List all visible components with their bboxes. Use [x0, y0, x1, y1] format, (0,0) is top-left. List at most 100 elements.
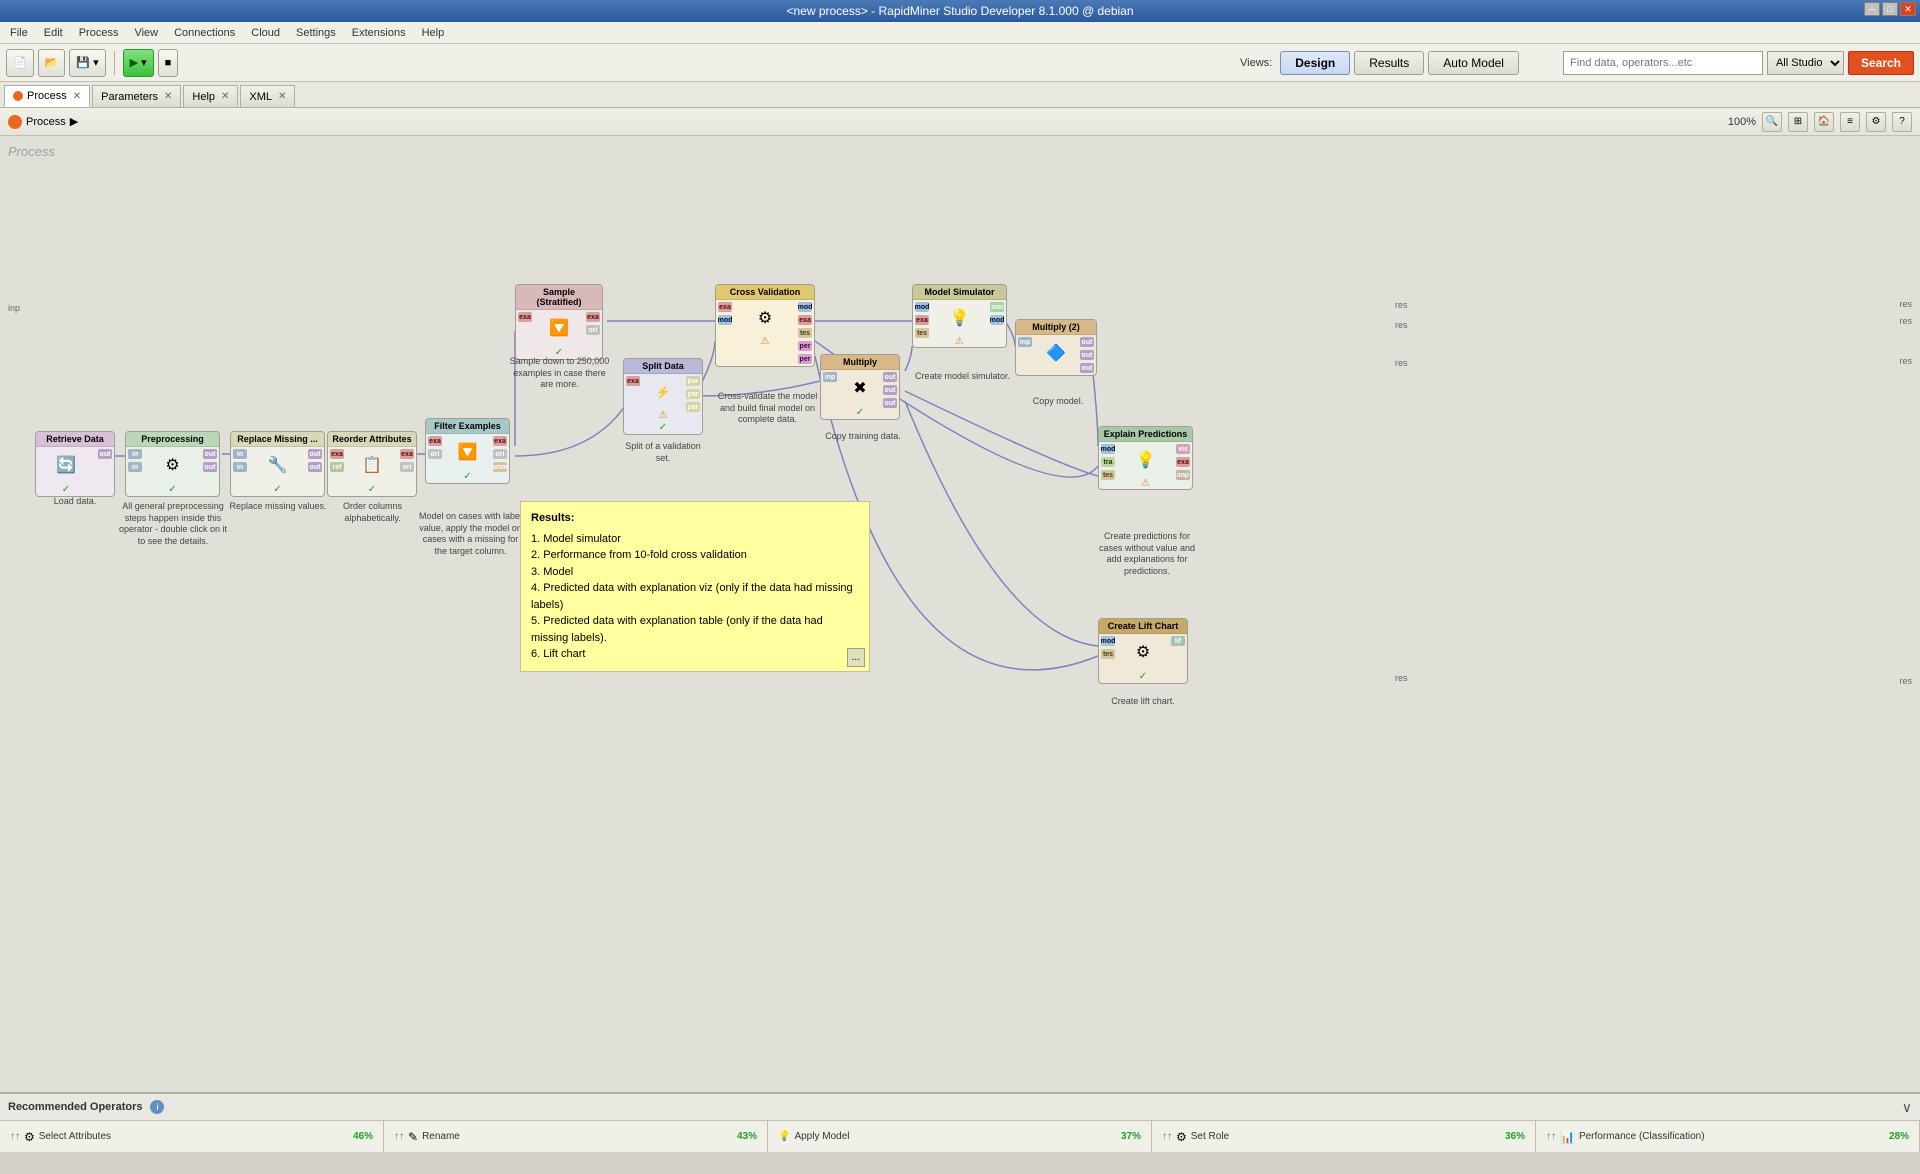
- port-in1[interactable]: in: [128, 449, 142, 459]
- tab-process-close[interactable]: ✕: [73, 91, 81, 102]
- multiply2-node[interactable]: Multiply (2) inp 🔷 out out out: [1015, 319, 1097, 376]
- new-button[interactable]: 📄: [6, 49, 34, 77]
- port-exa[interactable]: exa: [518, 312, 532, 322]
- settings-button[interactable]: ⚙: [1866, 112, 1886, 132]
- sample-stratified-node[interactable]: Sample (Stratified) exa 🔽 ✓ exa ori: [515, 284, 603, 360]
- port-inp[interactable]: inp: [823, 372, 837, 382]
- save-button[interactable]: 💾 ▾: [69, 49, 105, 77]
- port-out1[interactable]: out: [203, 449, 217, 459]
- open-button[interactable]: 📂: [38, 49, 66, 77]
- port-par2[interactable]: par: [686, 389, 700, 399]
- maximize-button[interactable]: □: [1882, 2, 1898, 16]
- preprocessing-node[interactable]: Preprocessing in in ⚙ ✓ out out: [125, 431, 220, 497]
- menu-cloud[interactable]: Cloud: [245, 25, 286, 41]
- help-button[interactable]: ?: [1892, 112, 1912, 132]
- port-per1-out[interactable]: per: [798, 341, 812, 351]
- split-data-node[interactable]: Split Data exa ⚡ ⚠ ✓ par par par: [623, 358, 703, 435]
- multiply-node[interactable]: Multiply inp ✖ ✓ out out out: [820, 354, 900, 420]
- rec-rename[interactable]: ↑↑ ✎ Rename 43%: [384, 1121, 768, 1152]
- port-ori[interactable]: ori: [428, 449, 442, 459]
- tab-process[interactable]: Process ✕: [4, 85, 90, 107]
- port-exa[interactable]: exa: [330, 449, 344, 459]
- port-mod[interactable]: mod: [718, 315, 732, 325]
- replace-missing-node[interactable]: Replace Missing ... in in 🔧 ✓ out out: [230, 431, 325, 497]
- rec-select-attributes[interactable]: ↑↑ ⚙ Select Attributes 46%: [0, 1121, 384, 1152]
- rec-set-role[interactable]: ↑↑ ⚙ Set Role 36%: [1152, 1121, 1536, 1152]
- port-inp[interactable]: inp: [1018, 337, 1032, 347]
- port-exa-out[interactable]: exa: [586, 312, 600, 322]
- automodel-view-button[interactable]: Auto Model: [1428, 51, 1519, 75]
- port-tes[interactable]: tes: [1101, 470, 1115, 480]
- port-vis[interactable]: vis: [1176, 444, 1190, 454]
- expand-button[interactable]: ∨: [1902, 1099, 1912, 1116]
- zoom-reset-button[interactable]: 🏠: [1814, 112, 1834, 132]
- port-per2-out[interactable]: per: [798, 354, 812, 364]
- port-imp[interactable]: imp: [1176, 470, 1190, 480]
- port-in1[interactable]: in: [233, 449, 247, 459]
- port-out[interactable]: out: [98, 449, 112, 459]
- stop-button[interactable]: ■: [158, 49, 179, 77]
- search-button[interactable]: Search: [1848, 51, 1914, 75]
- tab-xml[interactable]: XML ✕: [240, 85, 295, 107]
- port-mod[interactable]: mod: [1101, 636, 1115, 646]
- menu-help[interactable]: Help: [416, 25, 451, 41]
- port-out3[interactable]: out: [1080, 363, 1094, 373]
- port-out2[interactable]: out: [883, 385, 897, 395]
- port-exa[interactable]: exa: [1176, 457, 1190, 467]
- port-mod-out[interactable]: mod: [798, 302, 812, 312]
- menu-file[interactable]: File: [4, 25, 34, 41]
- scope-select[interactable]: All Studio: [1767, 51, 1844, 75]
- port-ori-out[interactable]: ori: [586, 325, 600, 335]
- design-view-button[interactable]: Design: [1280, 51, 1350, 75]
- port-exa-out[interactable]: exa: [798, 315, 812, 325]
- port-out1[interactable]: out: [1080, 337, 1094, 347]
- reorder-attributes-node[interactable]: Reorder Attributes exa ref 📋 ✓ exa ori: [327, 431, 417, 497]
- explain-predictions-node[interactable]: Explain Predictions mod tra tes 💡 ⚠ vis …: [1098, 426, 1193, 490]
- port-out3[interactable]: out: [883, 398, 897, 408]
- run-button[interactable]: ▶ ▾: [123, 49, 154, 77]
- tab-help[interactable]: Help ✕: [183, 85, 238, 107]
- tab-parameters-close[interactable]: ✕: [164, 91, 172, 102]
- port-tes-out[interactable]: tes: [798, 328, 812, 338]
- port-ori-out[interactable]: ori: [493, 449, 507, 459]
- port-mod[interactable]: mod: [915, 302, 929, 312]
- port-par3[interactable]: par: [686, 402, 700, 412]
- menu-view[interactable]: View: [128, 25, 164, 41]
- results-view-button[interactable]: Results: [1354, 51, 1424, 75]
- port-in2[interactable]: in: [128, 462, 142, 472]
- port-out1[interactable]: out: [883, 372, 897, 382]
- tab-help-close[interactable]: ✕: [221, 91, 229, 102]
- close-button[interactable]: ✕: [1900, 2, 1916, 16]
- menu-edit[interactable]: Edit: [38, 25, 69, 41]
- filter-examples-node[interactable]: Filter Examples exa ori 🔽 ✓ exa ori unm: [425, 418, 510, 484]
- create-lift-chart-node[interactable]: Create Lift Chart mod tes ⚙ ✓ lif: [1098, 618, 1188, 684]
- layout-button[interactable]: ≡: [1840, 112, 1860, 132]
- rec-performance-classification[interactable]: ↑↑ 📊 Performance (Classification) 28%: [1536, 1121, 1920, 1152]
- port-ori[interactable]: ori: [400, 462, 414, 472]
- menu-extensions[interactable]: Extensions: [346, 25, 412, 41]
- port-unm[interactable]: unm: [493, 462, 507, 472]
- port-tra[interactable]: tra: [1101, 457, 1115, 467]
- port-tes[interactable]: tes: [915, 328, 929, 338]
- search-input[interactable]: [1563, 51, 1763, 75]
- menu-process[interactable]: Process: [73, 25, 125, 41]
- port-sim[interactable]: sim: [990, 302, 1004, 312]
- port-out2[interactable]: out: [308, 462, 322, 472]
- port-out2[interactable]: out: [203, 462, 217, 472]
- port-tes[interactable]: tes: [1101, 649, 1115, 659]
- port-out1[interactable]: out: [308, 449, 322, 459]
- rec-apply-model[interactable]: 💡 Apply Model 37%: [768, 1121, 1152, 1152]
- minimize-button[interactable]: ─: [1864, 2, 1880, 16]
- port-exa-out[interactable]: exa: [493, 436, 507, 446]
- port-exa[interactable]: exa: [626, 376, 640, 386]
- port-out2[interactable]: out: [1080, 350, 1094, 360]
- retrieve-data-node[interactable]: Retrieve Data 🔄 ✓ out: [35, 431, 115, 497]
- port-exa[interactable]: exa: [915, 315, 929, 325]
- port-mod[interactable]: mod: [1101, 444, 1115, 454]
- zoom-in-button[interactable]: 🔍: [1762, 112, 1782, 132]
- port-in2[interactable]: in: [233, 462, 247, 472]
- cross-validation-node[interactable]: Cross Validation exa mod ⚙ ⚠ mod exa tes…: [715, 284, 815, 367]
- model-simulator-node[interactable]: Model Simulator mod exa tes 💡 ⚠ sim mod: [912, 284, 1007, 348]
- menu-settings[interactable]: Settings: [290, 25, 342, 41]
- tab-xml-close[interactable]: ✕: [278, 91, 286, 102]
